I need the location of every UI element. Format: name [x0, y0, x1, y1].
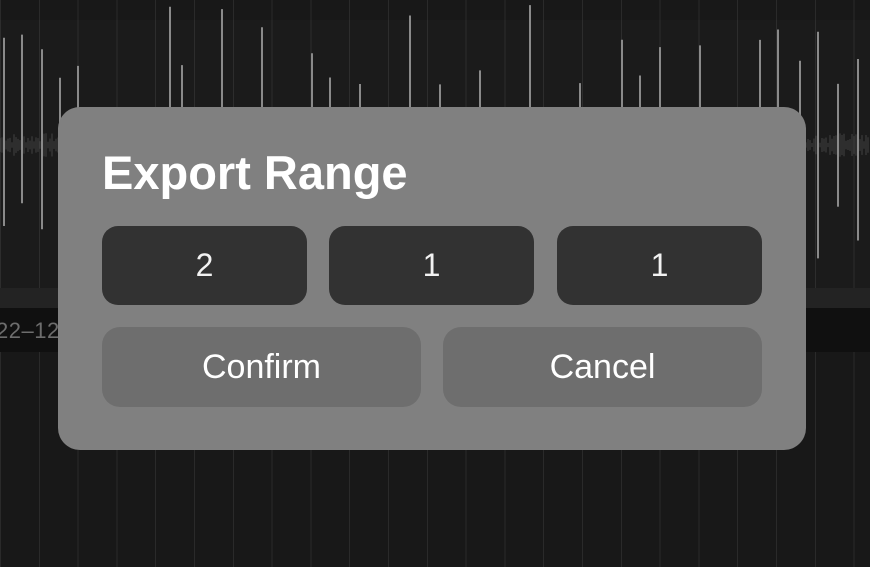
range-field-3[interactable]: 1: [557, 226, 762, 305]
timeline-timestamp: 22–12: [0, 318, 60, 343]
audio-editor-backdrop: 22–12 Export Range 2 1 1 Confirm Cancel: [0, 0, 870, 567]
confirm-button[interactable]: Confirm: [102, 327, 421, 407]
dialog-title: Export Range: [102, 146, 408, 199]
export-range-dialog: Export Range 2 1 1 Confirm Cancel: [58, 107, 806, 450]
range-field-1[interactable]: 2: [102, 226, 307, 305]
cancel-button[interactable]: Cancel: [443, 327, 762, 407]
range-field-2[interactable]: 1: [329, 226, 534, 305]
